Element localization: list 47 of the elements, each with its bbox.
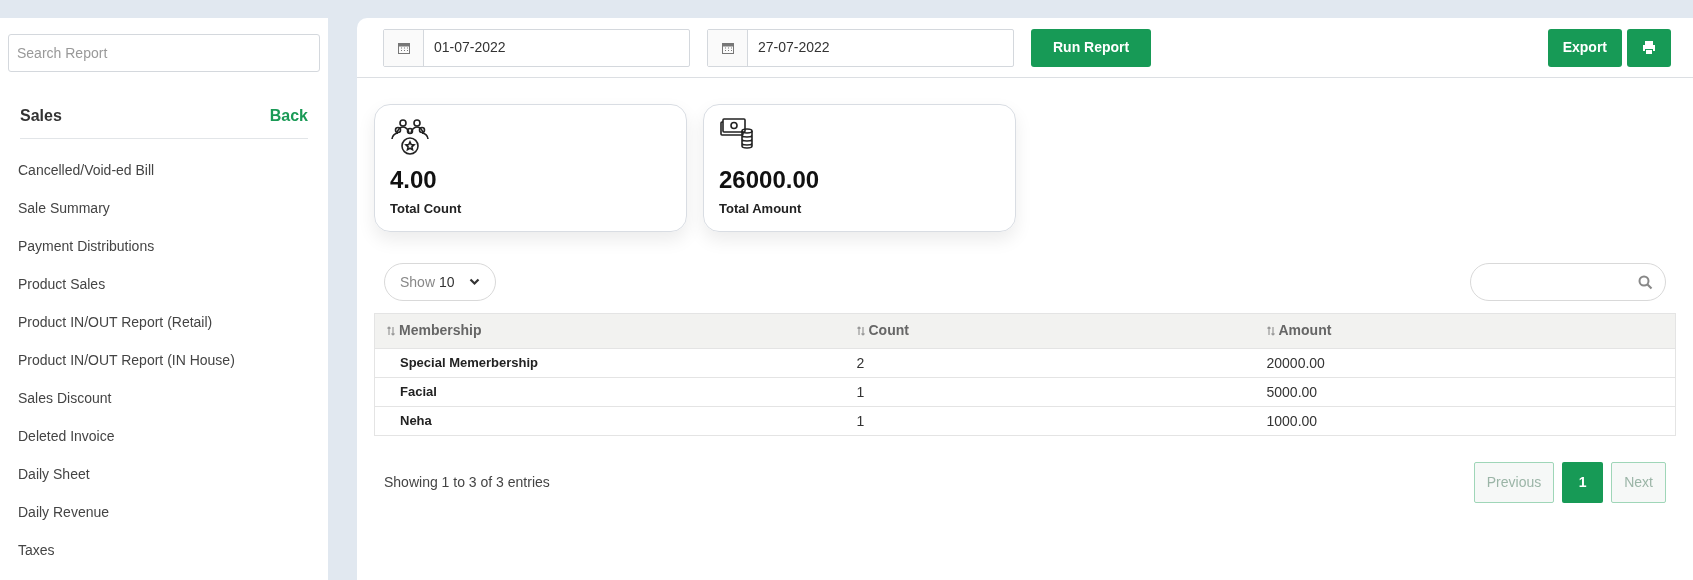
stat-label: Total Amount (719, 200, 803, 218)
report-link[interactable]: Daily Revenue (18, 501, 110, 523)
search-field[interactable]: Search Report (8, 34, 320, 72)
table-cell: 2 (844, 348, 1255, 378)
table-cell: 1 (844, 377, 1255, 407)
report-link[interactable]: Product Sales (18, 273, 106, 295)
column-header[interactable]: Count (844, 313, 1255, 349)
table-cell: Facial (374, 377, 845, 407)
table-cell: 20000.00 (1254, 348, 1676, 378)
table-cell: 5000.00 (1254, 377, 1676, 407)
search-icon (1638, 274, 1653, 290)
report-link[interactable]: Deleted Invoice (18, 425, 115, 447)
report-link[interactable]: Cancelled/Void-ed Bill (18, 159, 155, 181)
cash-coins-icon (719, 117, 755, 151)
sort-icon (387, 325, 395, 336)
date-field[interactable]: 27-07-2022 (707, 28, 1014, 67)
report-link[interactable]: Product IN/OUT Report (Retail) (18, 311, 213, 333)
column-header[interactable]: Amount (1254, 313, 1676, 349)
report-link[interactable]: Product IN/OUT Report (IN House) (18, 349, 235, 371)
sort-icon (856, 325, 865, 336)
report-link[interactable]: Payment Distributions (18, 235, 155, 257)
sort-icon (1266, 325, 1275, 336)
back-link[interactable]: Back (269, 104, 308, 128)
run-report-button[interactable]: Run Report (1031, 28, 1152, 67)
table-cell: 1000.00 (1254, 406, 1676, 436)
entries-info: Showing 1 to 3 of 3 entries (384, 473, 550, 492)
export-button[interactable]: Export (1547, 28, 1622, 67)
page-button[interactable]: 1 (1562, 462, 1604, 503)
table-cell: Neha (374, 406, 845, 436)
calendar-icon (397, 41, 410, 54)
section-title: Sales (20, 106, 62, 126)
stat-label: Total Count (390, 200, 463, 218)
stat-value: 4.00 (390, 165, 438, 195)
printer-icon (1642, 41, 1656, 54)
column-header[interactable]: Membership (374, 313, 845, 349)
report-link[interactable]: Sales Discount (18, 387, 112, 409)
chevron-down-icon (468, 278, 480, 286)
print-button[interactable] (1627, 28, 1671, 67)
report-link[interactable]: Daily Sheet (18, 463, 90, 485)
people-icon (390, 117, 430, 157)
report-link[interactable]: Taxes (18, 539, 55, 561)
report-link[interactable]: Sale Summary (18, 197, 110, 219)
table-cell: 1 (844, 406, 1255, 436)
table-cell: Special Memerbership (374, 348, 845, 378)
stat-value: 26000.00 (719, 165, 821, 195)
calendar-icon (721, 41, 734, 54)
date-field[interactable]: 01-07-2022 (383, 28, 690, 67)
